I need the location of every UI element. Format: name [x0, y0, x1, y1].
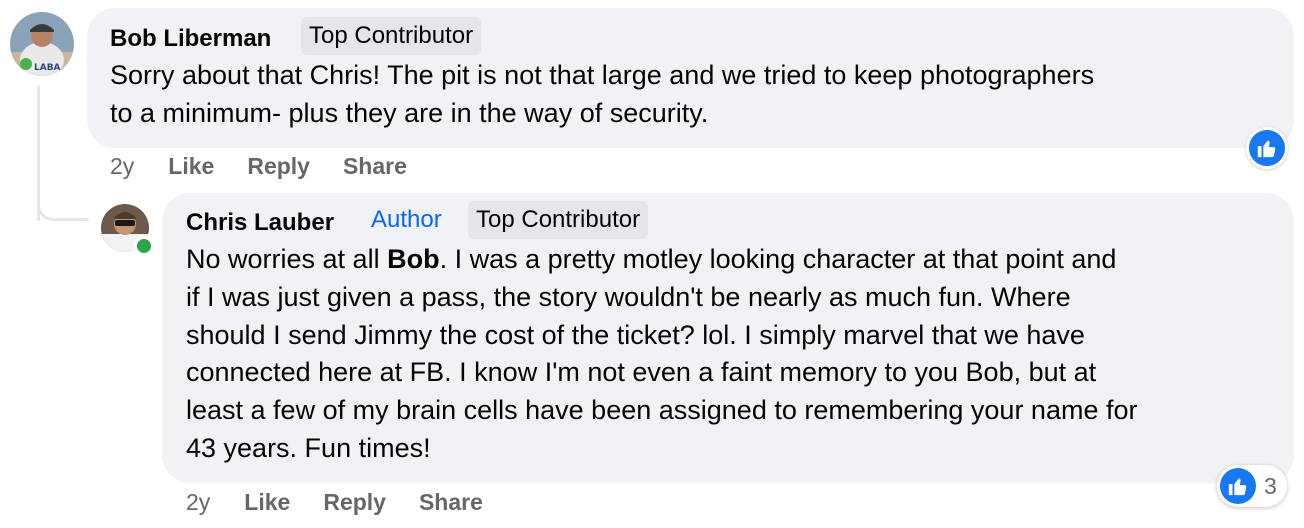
reply-button[interactable]: Reply: [323, 489, 386, 516]
comment-author[interactable]: Chris Lauber: [186, 209, 334, 237]
comment-text-line: least a few of my brain cells have been …: [186, 395, 1138, 425]
comment-actions: 2y Like Reply Share: [186, 486, 516, 518]
comment-text-line: No worries at all Bob. I was a pretty mo…: [186, 244, 1117, 274]
reply-button[interactable]: Reply: [247, 153, 310, 180]
thread-connector: [37, 201, 89, 221]
like-button[interactable]: Like: [168, 153, 214, 180]
comment-text-line: to a minimum- plus they are in the way o…: [110, 97, 709, 128]
comment-text-line: if I was just given a pass, the story wo…: [186, 282, 1071, 312]
comment-text-line: should I send Jimmy the cost of the tick…: [186, 319, 1085, 350]
reaction-count: 3: [1264, 472, 1277, 499]
comment-timestamp[interactable]: 2y: [186, 489, 210, 516]
share-button[interactable]: Share: [419, 489, 483, 516]
comment-actions: 2y Like Reply Share: [110, 150, 440, 182]
like-button[interactable]: Like: [244, 489, 290, 516]
comment-author[interactable]: Bob Liberman: [110, 25, 271, 53]
avatar[interactable]: LABA: [10, 12, 74, 76]
like-reaction-icon: [1220, 468, 1256, 504]
online-status-indicator: [134, 236, 154, 256]
comment-text-line: Sorry about that Chris! The pit is not t…: [110, 60, 1095, 90]
comment-text-line: connected here at FB. I know I'm not eve…: [186, 357, 1097, 387]
svg-text:LABA: LABA: [34, 63, 61, 73]
comment-text-line: 43 years. Fun times!: [186, 433, 431, 463]
top-contributor-badge: Top Contributor: [301, 17, 482, 55]
reaction-summary[interactable]: 3: [1217, 465, 1287, 507]
share-button[interactable]: Share: [343, 153, 407, 180]
like-reaction-icon[interactable]: [1246, 127, 1288, 169]
author-tag: Author: [371, 206, 442, 233]
top-contributor-badge: Top Contributor: [468, 201, 649, 239]
comment-timestamp[interactable]: 2y: [110, 153, 134, 180]
mention-name[interactable]: Bob: [387, 244, 439, 274]
